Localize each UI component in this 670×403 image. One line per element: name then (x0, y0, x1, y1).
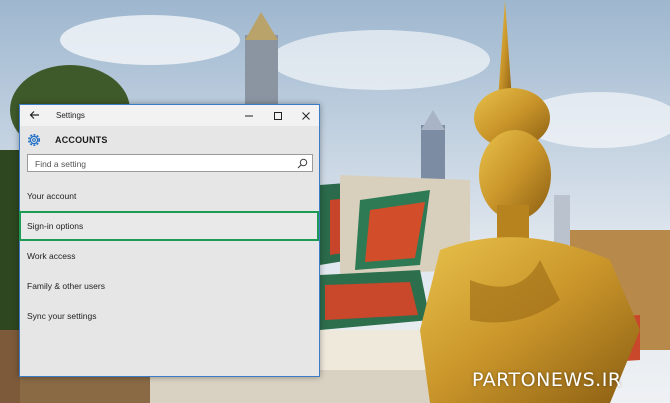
settings-window: Settings ACCOUNTS Find a setting Your ac… (19, 104, 320, 377)
gear-icon (28, 134, 40, 146)
close-icon (302, 111, 310, 120)
search-icon[interactable] (297, 158, 308, 169)
sidebar-item-sync-settings[interactable]: Sync your settings (20, 301, 319, 331)
watermark-text: PARTONEWS.IR (472, 369, 622, 391)
maximize-icon (274, 111, 282, 120)
maximize-button[interactable] (265, 105, 291, 126)
window-title: Settings (56, 111, 85, 120)
title-bar: Settings (20, 105, 319, 126)
sidebar-nav: Your account Sign-in options Work access… (19, 181, 319, 331)
close-button[interactable] (293, 105, 319, 126)
sidebar-item-work-access[interactable]: Work access (20, 241, 319, 271)
sidebar-item-sign-in-options[interactable]: Sign-in options (19, 211, 319, 241)
minimize-icon (245, 115, 253, 116)
page-title: ACCOUNTS (55, 135, 108, 145)
search-input[interactable]: Find a setting (27, 154, 313, 172)
back-arrow-icon[interactable] (28, 108, 42, 122)
sidebar-item-your-account[interactable]: Your account (20, 181, 319, 211)
minimize-button[interactable] (236, 105, 262, 126)
search-placeholder: Find a setting (35, 159, 87, 169)
sidebar-item-family-other-users[interactable]: Family & other users (20, 271, 319, 301)
page-header: ACCOUNTS (26, 131, 108, 149)
